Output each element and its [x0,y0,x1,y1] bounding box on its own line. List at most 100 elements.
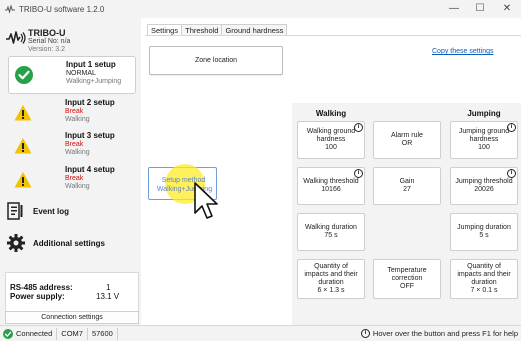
device-serial: Serial No: n/a [28,38,71,45]
info-icon: i [360,329,370,338]
cell-line: Jumping ground [458,128,510,135]
cell-line: hardness [469,136,499,143]
cell-line: duration [318,279,344,286]
bus-info-box: RS-485 address: 1 Power supply: 13.1 V [5,272,139,312]
input-1-label: Input 1 setup [66,60,116,69]
baud-rate: 57600 [91,329,113,338]
cell-line: impacts and their [457,271,511,278]
info-icon: i [354,169,363,178]
cell-value: 5 s [479,232,489,239]
copy-settings-link[interactable]: Copy these settings [432,48,493,55]
jumping-ground-hardness-button[interactable]: i Jumping ground hardness 100 [450,121,518,159]
cell-line: Quantity of [314,263,348,270]
rs485-label: RS-485 address: [10,283,73,292]
close-button[interactable]: ✕ [493,0,521,18]
cell-value: 6 × 1.3 s [317,287,345,294]
info-icon: i [507,123,516,132]
cell-value: 10166 [321,186,341,193]
cell-line: duration [471,279,497,286]
connection-status: Connected [16,329,53,338]
device-version: Version: 3.2 [28,46,65,53]
sidebar-item-event-log[interactable]: Event log [6,200,69,222]
status-separator [116,327,118,340]
cell-line: Jumping duration [457,224,511,231]
connection-settings-button[interactable]: Connection settings [5,311,139,324]
gear-icon [6,233,26,253]
tab-divider [145,35,521,36]
walking-quantity-button[interactable]: Quantity of impacts and their duration 6… [297,259,365,299]
input-4-mode: Walking [65,183,90,190]
cell-line: Alarm rule [391,132,423,139]
temperature-correction-button[interactable]: Temperature correction OFF [373,259,441,299]
title-bar: TRIBO-U software 1.2.0 — ☐ ✕ [0,0,521,18]
sidebar-item-input-4[interactable]: Input 4 setup Break Walking [8,162,136,200]
minimize-button[interactable]: — [440,0,468,18]
maximize-button[interactable]: ☐ [466,0,494,18]
jumping-threshold-button[interactable]: i Jumping threshold 20026 [450,167,518,205]
device-name: TRIBO-U [28,28,66,38]
input-1-status: NORMAL [66,70,96,77]
rs485-value: 1 [106,283,111,292]
help-hint-text: Hover over the button and press F1 for h… [372,329,518,338]
warning-icon [14,171,32,189]
input-3-label: Input 3 setup [65,131,115,140]
sidebar-item-input-3[interactable]: Input 3 setup Break Walking [8,128,136,166]
cell-value: 75 s [324,232,338,239]
connected-check-icon [3,328,13,339]
app-icon [5,4,15,14]
sidebar-item-input-1[interactable]: Input 1 setup NORMAL Walking+Jumping [8,56,136,94]
cell-line: Gain [399,178,415,185]
alarm-rule-button[interactable]: Alarm rule OR [373,121,441,159]
help-hint: i Hover over the button and press F1 for… [360,329,518,338]
input-4-label: Input 4 setup [65,165,115,174]
cell-line: Walking duration [305,224,357,231]
mouse-pointer-icon [193,181,223,223]
com-port: COM7 [61,329,83,338]
sidebar-item-additional-settings[interactable]: Additional settings [6,232,105,254]
cell-line: impacts and their [304,271,358,278]
cell-line: Temperature [387,267,427,274]
jumping-header: Jumping [467,109,501,118]
power-supply-value: 13.1 V [96,292,120,301]
sidebar: TRIBO-U Serial No: n/a Version: 3.2 Inpu… [0,18,141,325]
input-4-status: Break [65,175,84,182]
cell-value: 27 [403,186,411,193]
input-3-mode: Walking [65,149,90,156]
walking-duration-button[interactable]: Walking duration 75 s [297,213,365,251]
cell-value: 7 × 0.1 s [470,287,498,294]
additional-settings-label: Additional settings [33,238,105,248]
tribo-logo-icon [6,31,26,45]
info-icon: i [507,169,516,178]
walking-header: Walking [315,109,347,118]
zone-location-button[interactable]: Zone location [149,46,283,75]
cell-value: 20026 [474,186,494,193]
status-bar: Connected COM7 57600 i Hover over the bu… [0,325,521,341]
event-log-icon [6,201,26,221]
cell-line: Jumping threshold [455,178,513,185]
input-2-label: Input 2 setup [65,98,115,107]
input-2-status: Break [65,108,84,115]
window-title: TRIBO-U software 1.2.0 [19,4,105,14]
status-separator [86,327,88,340]
jumping-duration-button[interactable]: Jumping duration 5 s [450,213,518,251]
input-2-mode: Walking [65,116,90,123]
cell-value: OFF [400,283,414,290]
check-circle-icon [15,66,33,84]
cell-line: Walking threshold [303,178,359,185]
cell-line: Walking ground [306,128,356,135]
power-supply-label: Power supply: [10,292,65,301]
gain-button[interactable]: Gain 27 [373,167,441,205]
cell-line: Quantity of [467,263,501,270]
walking-threshold-button[interactable]: i Walking threshold 10166 [297,167,365,205]
status-separator [56,327,58,340]
info-icon: i [354,123,363,132]
cell-value: 100 [478,144,490,151]
walking-ground-hardness-button[interactable]: i Walking ground hardness 100 [297,121,365,159]
input-3-status: Break [65,141,84,148]
input-1-mode: Walking+Jumping [66,78,122,85]
warning-icon [14,137,32,155]
cell-line: correction [391,275,423,282]
cell-value: 100 [325,144,337,151]
jumping-quantity-button[interactable]: Quantity of impacts and their duration 7… [450,259,518,299]
cell-line: hardness [316,136,346,143]
